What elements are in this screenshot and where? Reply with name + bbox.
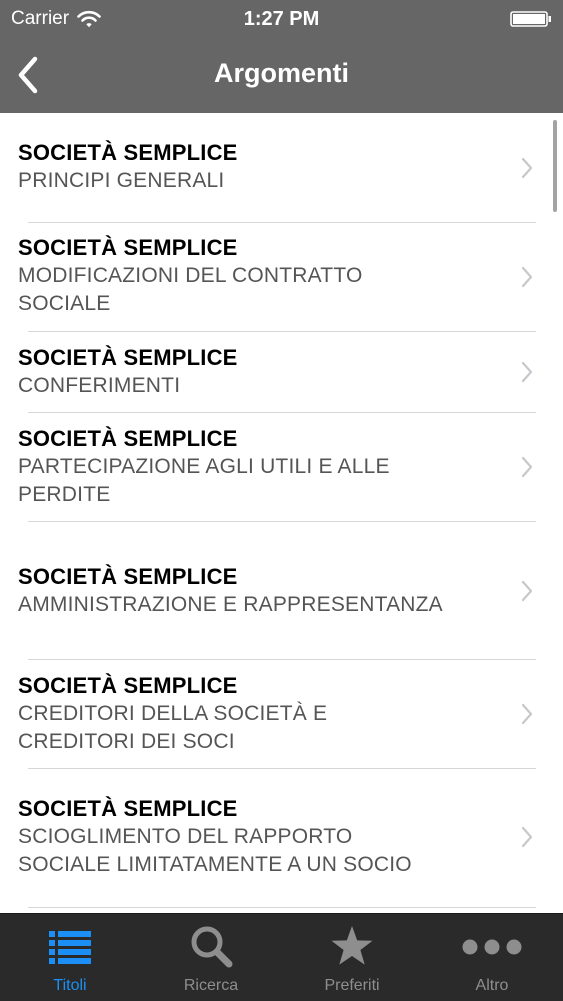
list-item-subtitle: AMMINISTRAZIONE E RAPPRESENTANZA [18,593,443,616]
list-item-title: SOCIETÀ SEMPLICE [18,345,238,370]
list-item[interactable]: SOCIETÀ SEMPLICE AMMINISTRAZIONE E RAPPR… [0,522,563,659]
tab-preferiti[interactable]: Preferiti [282,914,422,1001]
chevron-right-icon [521,157,533,179]
list-item-subtitle: PERDITE [18,483,111,506]
tab-titoli[interactable]: Titoli [0,914,140,1001]
chevron-right-icon [521,826,533,848]
header: Carrier 1:27 PM Argomenti [0,0,563,113]
chevron-right-icon [521,703,533,725]
list-item-subtitle: PRINCIPI GENERALI [18,169,225,192]
chevron-right-icon [521,580,533,602]
tab-ricerca[interactable]: Ricerca [141,914,281,1001]
list-item-title: SOCIETÀ SEMPLICE [18,673,238,698]
chevron-right-icon [521,361,533,383]
page-title: Argomenti [214,58,349,88]
list-item-subtitle: SOCIALE LIMITATAMENTE A UN SOCIO [18,853,412,876]
status-bar: Carrier 1:27 PM [0,0,563,38]
list-item-title: SOCIETÀ SEMPLICE [18,235,238,260]
topics-list[interactable]: SOCIETÀ SEMPLICE PRINCIPI GENERALI SOCIE… [0,113,563,913]
battery-icon [510,11,551,27]
status-time: 1:27 PM [243,8,320,30]
list-item[interactable]: SOCIETÀ SEMPLICE PARTECIPAZIONE AGLI UTI… [0,413,563,521]
chevron-right-icon [521,456,533,478]
search-icon [191,926,233,968]
list-item-subtitle: CREDITORI DEI SOCI [18,730,235,753]
list-item[interactable]: SOCIETÀ SEMPLICE SCIOGLIMENTO DEL RAPPOR… [0,769,563,907]
list-item[interactable]: SOCIETÀ SEMPLICE PRINCIPI GENERALI [0,113,563,222]
navigation-bar: Argomenti [0,38,563,113]
list-item-title: SOCIETÀ SEMPLICE [18,426,238,451]
tab-label: Titoli [53,977,87,994]
list-item-subtitle: CONFERIMENTI [18,374,181,397]
list-item-title: SOCIETÀ SEMPLICE [18,564,238,589]
tab-bar: Titoli Ricerca Preferiti Altro [0,913,563,1001]
list-icon [49,931,91,964]
list-item[interactable]: SOCIETÀ SEMPLICE MODIFICAZIONI DEL CONTR… [0,223,563,331]
list-item-title: SOCIETÀ SEMPLICE [18,140,238,165]
tab-label: Altro [475,977,509,994]
list-item-subtitle: MODIFICAZIONI DEL CONTRATTO [18,264,363,287]
list-item[interactable]: SOCIETÀ SEMPLICE CREDITORI DELLA SOCIETÀ… [0,660,563,768]
list-item[interactable]: SOCIETÀ SEMPLICE CONFERIMENTI [0,332,563,412]
chevron-right-icon [521,266,533,288]
list-item-subtitle: PARTECIPAZIONE AGLI UTILI E ALLE [18,455,390,478]
list-item-subtitle: CREDITORI DELLA SOCIETÀ E [18,702,328,725]
more-icon [462,939,522,955]
star-icon [331,926,373,965]
tab-label: Preferiti [324,977,380,994]
list-item-subtitle: SOCIALE [18,292,111,315]
list-item-subtitle: SCIOGLIMENTO DEL RAPPORTO [18,825,353,848]
list-separator [28,907,536,908]
list-item-title: SOCIETÀ SEMPLICE [18,796,238,821]
tab-label: Ricerca [183,977,239,994]
tab-altro[interactable]: Altro [422,914,562,1001]
